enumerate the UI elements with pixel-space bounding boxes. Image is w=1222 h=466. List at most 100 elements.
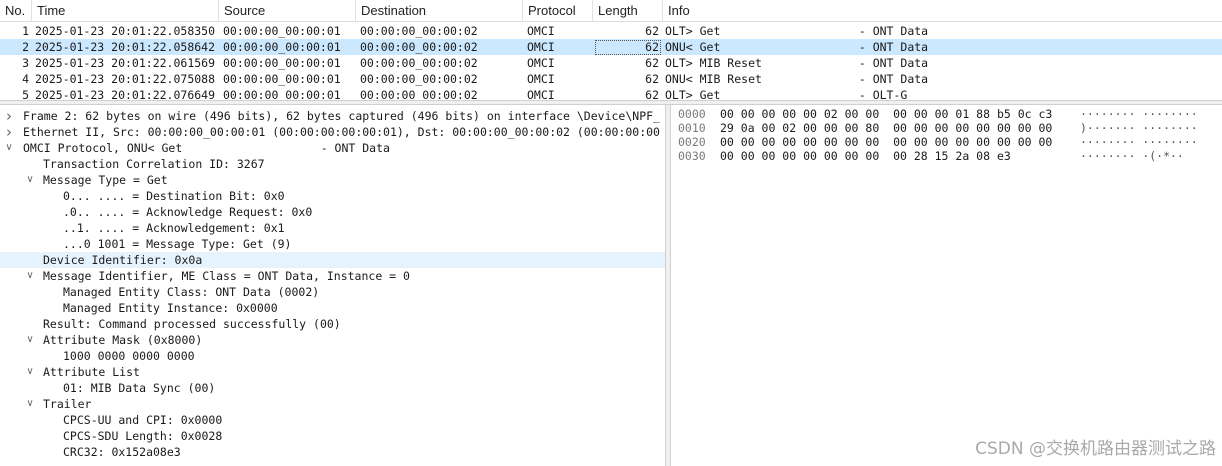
bytes-offset: 0030 — [678, 149, 706, 163]
packet-length: 62 — [645, 24, 659, 38]
packet-row[interactable]: 1 2025-01-23 20:01:22.058350 00:00:00_00:0… — [0, 23, 1222, 39]
detail-tree-label: Trailer — [43, 397, 92, 411]
packet-details-tree[interactable]: › Frame 2: 62 bytes on wire (496 bits), 6… — [0, 105, 665, 466]
packet-source: 00:00:00_00:00:01 — [223, 72, 341, 86]
detail-tree-item[interactable]: CPCS-SDU Length: 0x0028 — [0, 428, 665, 444]
bytes-offset: 0000 — [678, 107, 706, 121]
detail-tree-item[interactable]: 01: MIB Data Sync (00) — [0, 380, 665, 396]
detail-tree-item[interactable]: ∨ Attribute Mask (0x8000) — [0, 332, 665, 348]
expand-chevron-icon[interactable]: › — [3, 124, 15, 140]
detail-tree-label: OMCI Protocol, ONU< Get - ONT Data — [23, 141, 390, 155]
packet-info: ONU< MIB Reset - ONT Data — [665, 72, 929, 86]
detail-tree-item[interactable]: Managed Entity Class: ONT Data (0002) — [0, 284, 665, 300]
detail-tree-item[interactable]: ...0 1001 = Message Type: Get (9) — [0, 236, 665, 252]
detail-tree-item[interactable]: Result: Command processed successfully (… — [0, 316, 665, 332]
collapse-chevron-icon[interactable]: ∨ — [24, 268, 36, 284]
packet-info: OLT> Get - ONT Data — [665, 24, 929, 38]
packet-info: OLT> MIB Reset - ONT Data — [665, 56, 929, 70]
detail-tree-item[interactable]: ∨ Attribute List — [0, 364, 665, 380]
bytes-row[interactable]: 0020 00 00 00 00 00 00 00 00 00 00 00 00 … — [671, 135, 1222, 149]
packet-bytes-pane[interactable]: 0000 00 00 00 00 00 02 00 00 00 00 00 01 … — [671, 105, 1222, 466]
column-header-info[interactable]: Info — [663, 0, 1222, 22]
detail-tree-item[interactable]: ∨ Message Identifier, ME Class = ONT Data… — [0, 268, 665, 284]
column-header-destination[interactable]: Destination — [356, 0, 523, 22]
bytes-ascii: ········ ········ — [1080, 107, 1198, 121]
detail-tree-label: 1000 0000 0000 0000 — [63, 349, 195, 363]
detail-tree-label: .0.. .... = Acknowledge Request: 0x0 — [63, 205, 313, 219]
collapse-chevron-icon[interactable]: ∨ — [24, 396, 36, 412]
detail-tree-item[interactable]: › Frame 2: 62 bytes on wire (496 bits), 6… — [0, 108, 665, 124]
detail-tree-label: ...0 1001 = Message Type: Get (9) — [63, 237, 292, 251]
detail-tree-item[interactable]: › Ethernet II, Src: 00:00:00_00:00:01 (00… — [0, 124, 665, 140]
detail-tree-item[interactable]: Managed Entity Instance: 0x0000 — [0, 300, 665, 316]
column-header-length[interactable]: Length — [593, 0, 663, 22]
collapse-chevron-icon[interactable]: ∨ — [3, 140, 15, 156]
packet-no: 4 — [22, 72, 29, 86]
packet-protocol: OMCI — [527, 72, 555, 86]
packet-no: 2 — [22, 40, 29, 54]
detail-tree-item[interactable]: Transaction Correlation ID: 3267 — [0, 156, 665, 172]
column-header-source[interactable]: Source — [219, 0, 356, 22]
detail-tree-label: 0... .... = Destination Bit: 0x0 — [63, 189, 285, 203]
detail-tree-item[interactable]: 0... .... = Destination Bit: 0x0 — [0, 188, 665, 204]
detail-tree-label: Result: Command processed successfully (… — [43, 317, 341, 331]
bytes-row[interactable]: 0010 29 0a 00 02 00 00 00 80 00 00 00 00 … — [671, 121, 1222, 135]
packet-info: OLT> Get - OLT-G — [665, 88, 908, 100]
detail-tree-label: Device Identifier: 0x0a — [43, 253, 203, 267]
detail-tree-label: Frame 2: 62 bytes on wire (496 bits), 62… — [23, 109, 660, 123]
packet-protocol: OMCI — [527, 88, 555, 100]
packet-no: 1 — [22, 24, 29, 38]
packet-row[interactable]: 3 2025-01-23 20:01:22.061569 00:00:00_00:0… — [0, 55, 1222, 71]
packet-source: 00:00:00_00:00:01 — [223, 56, 341, 70]
packet-length: 62 — [645, 56, 659, 70]
detail-tree-label: Attribute Mask (0x8000) — [43, 333, 203, 347]
packet-destination: 00:00:00_00:00:02 — [360, 88, 478, 100]
packet-row[interactable]: 4 2025-01-23 20:01:22.075088 00:00:00_00:0… — [0, 71, 1222, 87]
detail-tree-label: 01: MIB Data Sync (00) — [63, 381, 216, 395]
detail-tree-item[interactable]: Device Identifier: 0x0a — [0, 252, 665, 268]
packet-row[interactable]: 5 2025-01-23 20:01:22.076649 00:00:00_00:0… — [0, 87, 1222, 100]
packet-source: 00:00:00_00:00:01 — [223, 88, 341, 100]
detail-tree-item[interactable]: ∨ Trailer — [0, 396, 665, 412]
packet-list[interactable]: No. Time Source Destination Protocol Len… — [0, 0, 1222, 100]
detail-tree-item[interactable]: CRC32: 0x152a08e3 — [0, 444, 665, 460]
column-header-time[interactable]: Time — [32, 0, 219, 22]
packet-destination: 00:00:00_00:00:02 — [360, 24, 478, 38]
packet-length: 62 — [645, 72, 659, 86]
packet-destination: 00:00:00_00:00:02 — [360, 40, 478, 54]
packet-list-header: No. Time Source Destination Protocol Len… — [0, 0, 1222, 22]
collapse-chevron-icon[interactable]: ∨ — [24, 364, 36, 380]
bytes-row[interactable]: 0030 00 00 00 00 00 00 00 00 00 28 15 2a … — [671, 149, 1222, 163]
packet-destination: 00:00:00_00:00:02 — [360, 72, 478, 86]
collapse-chevron-icon[interactable]: ∨ — [24, 332, 36, 348]
detail-tree-item[interactable]: 1000 0000 0000 0000 — [0, 348, 665, 364]
bytes-offset: 0020 — [678, 135, 706, 149]
column-header-no[interactable]: No. — [0, 0, 32, 22]
bytes-hex: 00 00 00 00 00 00 00 00 00 00 00 00 00 0… — [720, 135, 1053, 149]
detail-tree-label: ..1. .... = Acknowledgement: 0x1 — [63, 221, 285, 235]
packet-no: 5 — [22, 88, 29, 100]
packet-row[interactable]: 2 2025-01-23 20:01:22.058642 00:00:00_00:0… — [0, 39, 1222, 55]
bytes-hex: 29 0a 00 02 00 00 00 80 00 00 00 00 00 0… — [720, 121, 1053, 135]
bytes-row[interactable]: 0000 00 00 00 00 00 02 00 00 00 00 00 01 … — [671, 107, 1222, 121]
packet-protocol: OMCI — [527, 24, 555, 38]
detail-tree-label: Attribute List — [43, 365, 140, 379]
bytes-ascii: ········ ········ — [1080, 135, 1198, 149]
expand-chevron-icon[interactable]: › — [3, 108, 15, 124]
bytes-hex: 00 00 00 00 00 02 00 00 00 00 00 01 88 b… — [720, 107, 1053, 121]
detail-tree-label: Managed Entity Class: ONT Data (0002) — [63, 285, 320, 299]
collapse-chevron-icon[interactable]: ∨ — [24, 172, 36, 188]
detail-tree-item[interactable]: .0.. .... = Acknowledge Request: 0x0 — [0, 204, 665, 220]
detail-tree-item[interactable]: ∨ OMCI Protocol, ONU< Get - ONT Data — [0, 140, 665, 156]
bytes-ascii: ········ ·(·*·· — [1080, 149, 1184, 163]
packet-time: 2025-01-23 20:01:22.061569 — [35, 56, 216, 70]
detail-tree-label: Message Type = Get — [43, 173, 168, 187]
detail-tree-label: Ethernet II, Src: 00:00:00_00:00:01 (00:… — [23, 125, 660, 139]
packet-source: 00:00:00_00:00:01 — [223, 24, 341, 38]
packet-protocol: OMCI — [527, 56, 555, 70]
detail-tree-item[interactable]: CPCS-UU and CPI: 0x0000 — [0, 412, 665, 428]
detail-tree-item[interactable]: ..1. .... = Acknowledgement: 0x1 — [0, 220, 665, 236]
column-header-protocol[interactable]: Protocol — [523, 0, 593, 22]
detail-tree-item[interactable]: ∨ Message Type = Get — [0, 172, 665, 188]
watermark: CSDN @交换机路由器测试之路 — [975, 439, 1216, 459]
